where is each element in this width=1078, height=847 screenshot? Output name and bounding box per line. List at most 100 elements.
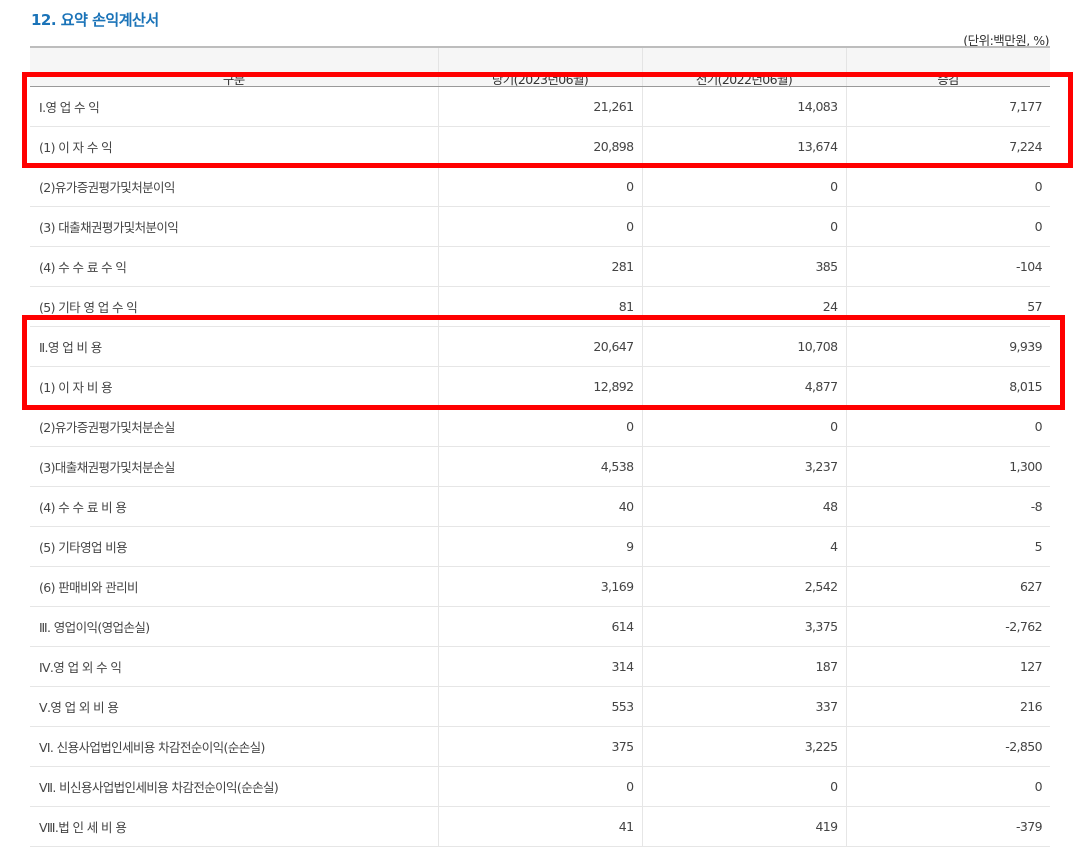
table-row: Ⅳ.영 업 외 수 익 314 187 127 bbox=[30, 646, 1050, 687]
previous-value: 48 bbox=[641, 486, 846, 527]
current-value: 614 bbox=[437, 606, 642, 647]
previous-value: 4 bbox=[641, 526, 846, 567]
current-value: 0 bbox=[437, 166, 642, 207]
change-value: 57 bbox=[845, 286, 1050, 327]
row-label: Ⅶ. 비신용사업법인세비용 차감전순이익(순손실) bbox=[30, 766, 438, 807]
row-label: (5) 기타 영 업 수 익 bbox=[30, 286, 438, 327]
current-value: 12,892 bbox=[437, 366, 642, 407]
current-value: 4,538 bbox=[437, 446, 642, 487]
current-value: 20,647 bbox=[437, 326, 642, 367]
table-row: (3) 대출채권평가및처분이익 0 0 0 bbox=[30, 206, 1050, 247]
table-row: (4) 수 수 료 수 익 281 385 -104 bbox=[30, 246, 1050, 287]
table-body: Ⅰ.영 업 수 익 21,261 14,083 7,177 (1) 이 자 수 익 20,… bbox=[30, 86, 1050, 847]
previous-value: 13,674 bbox=[641, 126, 846, 167]
current-value: 553 bbox=[437, 686, 642, 727]
change-value: 9,939 bbox=[845, 326, 1050, 367]
current-value: 81 bbox=[437, 286, 642, 327]
change-value: 127 bbox=[845, 646, 1050, 687]
current-value: 0 bbox=[437, 206, 642, 247]
previous-value: 0 bbox=[641, 766, 846, 807]
previous-value: 3,225 bbox=[641, 726, 846, 767]
previous-value: 24 bbox=[641, 286, 846, 327]
change-value: 7,177 bbox=[845, 86, 1050, 127]
change-value: 0 bbox=[845, 406, 1050, 447]
change-value: 0 bbox=[845, 206, 1050, 247]
row-label: (2)유가증권평가및처분이익 bbox=[30, 166, 438, 207]
row-label: (4) 수 수 료 비 용 bbox=[30, 486, 438, 527]
row-label: (3)대출채권평가및처분손실 bbox=[30, 446, 438, 487]
current-value: 40 bbox=[437, 486, 642, 527]
current-value: 314 bbox=[437, 646, 642, 687]
current-value: 375 bbox=[437, 726, 642, 767]
header-change: 증감 bbox=[845, 46, 1050, 87]
current-value: 0 bbox=[437, 406, 642, 447]
current-value: 3,169 bbox=[437, 566, 642, 607]
change-value: -2,762 bbox=[845, 606, 1050, 647]
row-label: Ⅵ. 신용사업법인세비용 차감전순이익(순손실) bbox=[30, 726, 438, 767]
previous-value: 337 bbox=[641, 686, 846, 727]
row-label: Ⅳ.영 업 외 수 익 bbox=[30, 646, 438, 687]
table-row: (6) 판매비와 관리비 3,169 2,542 627 bbox=[30, 566, 1050, 607]
table-row: (3)대출채권평가및처분손실 4,538 3,237 1,300 bbox=[30, 446, 1050, 487]
table-row: (1) 이 자 수 익 20,898 13,674 7,224 bbox=[30, 126, 1050, 167]
row-label: Ⅷ.법 인 세 비 용 bbox=[30, 806, 438, 847]
previous-value: 385 bbox=[641, 246, 846, 287]
table-row: (2)유가증권평가및처분이익 0 0 0 bbox=[30, 166, 1050, 207]
section-title: 12. 요약 손익계산서 bbox=[31, 11, 159, 29]
table-row: (4) 수 수 료 비 용 40 48 -8 bbox=[30, 486, 1050, 527]
row-label: (1) 이 자 비 용 bbox=[30, 366, 438, 407]
current-value: 21,261 bbox=[437, 86, 642, 127]
table-row: (5) 기타영업 비용 9 4 5 bbox=[30, 526, 1050, 567]
row-label: (2)유가증권평가및처분손실 bbox=[30, 406, 438, 447]
change-value: -104 bbox=[845, 246, 1050, 287]
current-value: 9 bbox=[437, 526, 642, 567]
table-row: Ⅵ. 신용사업법인세비용 차감전순이익(순손실) 375 3,225 -2,850 bbox=[30, 726, 1050, 767]
row-label: (6) 판매비와 관리비 bbox=[30, 566, 438, 607]
current-value: 41 bbox=[437, 806, 642, 847]
change-value: 0 bbox=[845, 766, 1050, 807]
row-label: (3) 대출채권평가및처분이익 bbox=[30, 206, 438, 247]
table-row: (2)유가증권평가및처분손실 0 0 0 bbox=[30, 406, 1050, 447]
previous-value: 14,083 bbox=[641, 86, 846, 127]
table-row: Ⅶ. 비신용사업법인세비용 차감전순이익(순손실) 0 0 0 bbox=[30, 766, 1050, 807]
change-value: 7,224 bbox=[845, 126, 1050, 167]
header-row: 구분 당기(2023년06월) 전기(2022년06월) 증감 bbox=[30, 46, 1050, 87]
change-value: 627 bbox=[845, 566, 1050, 607]
previous-value: 0 bbox=[641, 206, 846, 247]
row-label: Ⅴ.영 업 외 비 용 bbox=[30, 686, 438, 727]
header-current-period: 당기(2023년06월) bbox=[437, 46, 642, 87]
current-value: 20,898 bbox=[437, 126, 642, 167]
income-statement-table-wrapper: 구분 당기(2023년06월) 전기(2022년06월) 증감 Ⅰ.영 업 수 … bbox=[30, 46, 1050, 847]
change-value: -2,850 bbox=[845, 726, 1050, 767]
previous-value: 0 bbox=[641, 166, 846, 207]
current-value: 0 bbox=[437, 766, 642, 807]
previous-value: 4,877 bbox=[641, 366, 846, 407]
change-value: -379 bbox=[845, 806, 1050, 847]
previous-value: 0 bbox=[641, 406, 846, 447]
header-previous-period: 전기(2022년06월) bbox=[641, 46, 846, 87]
change-value: 216 bbox=[845, 686, 1050, 727]
previous-value: 3,375 bbox=[641, 606, 846, 647]
change-value: 0 bbox=[845, 166, 1050, 207]
previous-value: 3,237 bbox=[641, 446, 846, 487]
row-label: Ⅰ.영 업 수 익 bbox=[30, 86, 438, 127]
change-value: 5 bbox=[845, 526, 1050, 567]
previous-value: 419 bbox=[641, 806, 846, 847]
table-row: Ⅱ.영 업 비 용 20,647 10,708 9,939 bbox=[30, 326, 1050, 367]
table-header: 구분 당기(2023년06월) 전기(2022년06월) 증감 bbox=[30, 46, 1050, 87]
row-label: (5) 기타영업 비용 bbox=[30, 526, 438, 567]
previous-value: 2,542 bbox=[641, 566, 846, 607]
table-row: Ⅰ.영 업 수 익 21,261 14,083 7,177 bbox=[30, 86, 1050, 127]
header-category: 구분 bbox=[30, 46, 438, 87]
table-row: Ⅲ. 영업이익(영업손실) 614 3,375 -2,762 bbox=[30, 606, 1050, 647]
row-label: Ⅱ.영 업 비 용 bbox=[30, 326, 438, 367]
table-row: (5) 기타 영 업 수 익 81 24 57 bbox=[30, 286, 1050, 327]
change-value: 8,015 bbox=[845, 366, 1050, 407]
previous-value: 10,708 bbox=[641, 326, 846, 367]
current-value: 281 bbox=[437, 246, 642, 287]
table-row: Ⅷ.법 인 세 비 용 41 419 -379 bbox=[30, 806, 1050, 847]
table-row: (1) 이 자 비 용 12,892 4,877 8,015 bbox=[30, 366, 1050, 407]
row-label: (4) 수 수 료 수 익 bbox=[30, 246, 438, 287]
change-value: 1,300 bbox=[845, 446, 1050, 487]
income-statement-table: 구분 당기(2023년06월) 전기(2022년06월) 증감 Ⅰ.영 업 수 … bbox=[30, 46, 1050, 847]
